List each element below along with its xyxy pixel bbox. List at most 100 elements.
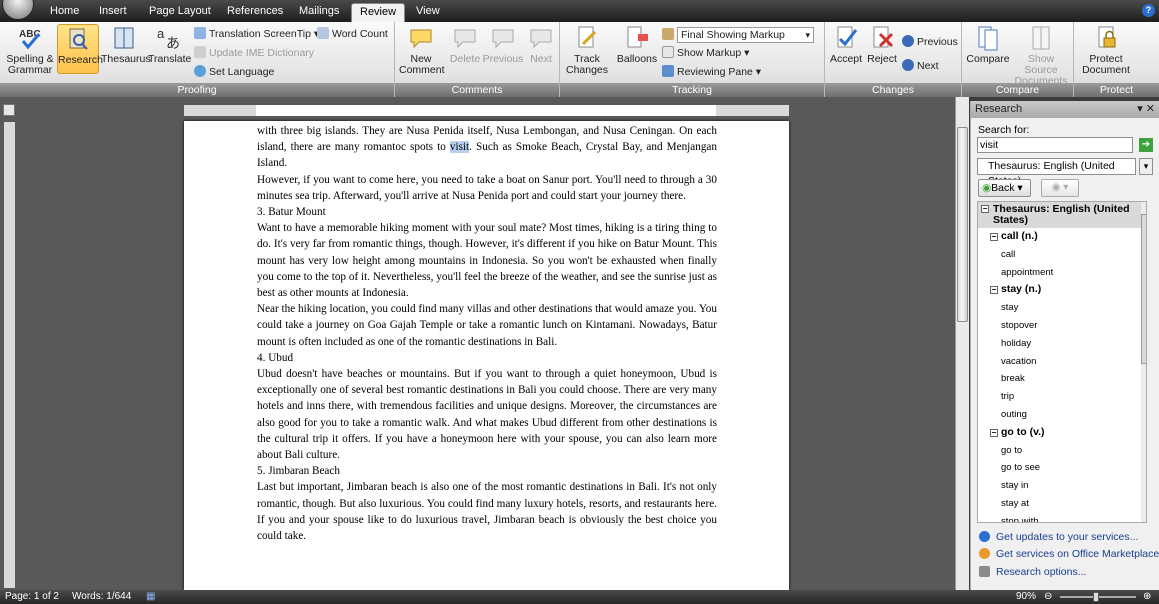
thesaurus-synonym[interactable]: appointment xyxy=(978,264,1146,282)
thesaurus-synonym[interactable]: stay in xyxy=(978,477,1146,495)
research-pane-title: Research ▾ ✕ xyxy=(971,101,1159,118)
search-input[interactable]: visit xyxy=(977,137,1133,153)
accept-button[interactable]: Accept xyxy=(828,24,864,65)
scrollbar-thumb[interactable] xyxy=(957,127,968,322)
thesaurus-synonym[interactable]: stay xyxy=(978,299,1146,317)
results-scrollbar[interactable] xyxy=(1141,202,1146,522)
research-button[interactable]: Research xyxy=(57,24,103,74)
previous-comment-button[interactable]: Previous xyxy=(482,24,524,65)
thesaurus-group-heading[interactable]: − go to (v.) xyxy=(978,424,1146,442)
accept-icon xyxy=(837,26,858,48)
chevron-down-icon[interactable]: ▾ xyxy=(1139,158,1153,175)
collapse-icon[interactable]: − xyxy=(981,205,989,213)
office-marketplace-link[interactable]: Get services on Office Marketplace xyxy=(979,548,1159,560)
compare-button[interactable]: Compare xyxy=(966,24,1010,65)
zoom-out-icon[interactable]: ⊖ xyxy=(1044,590,1052,604)
collapse-icon[interactable]: − xyxy=(990,428,998,437)
word-count-icon xyxy=(317,27,329,39)
forward-button[interactable]: ◉ ▾ xyxy=(1041,179,1079,197)
group-compare: Compare Show Source Documents Compare xyxy=(962,22,1074,97)
thesaurus-group-heading[interactable]: − stay (n.) xyxy=(978,281,1146,299)
spelling-grammar-button[interactable]: ABC Spelling & Grammar xyxy=(3,24,57,76)
research-icon xyxy=(69,28,88,50)
thesaurus-group-heading[interactable]: − call (n.) xyxy=(978,228,1146,246)
thesaurus-synonym[interactable]: call xyxy=(978,246,1146,264)
results-header[interactable]: − Thesaurus: English (United States) xyxy=(978,202,1146,228)
help-icon[interactable]: ? xyxy=(1142,4,1155,17)
selected-word[interactable]: visit xyxy=(449,141,470,154)
update-ime-button[interactable]: Update IME Dictionary xyxy=(194,46,314,60)
previous-change-button[interactable]: Previous xyxy=(902,35,958,49)
ribbon-tab-bar: Home Insert Page Layout References Maili… xyxy=(0,0,1159,22)
new-comment-icon xyxy=(410,29,432,49)
reviewing-pane-icon xyxy=(662,65,674,77)
document-body[interactable]: with three big islands. They are Nusa Pe… xyxy=(257,123,717,544)
collapse-icon[interactable]: − xyxy=(990,286,998,295)
tab-page-layout[interactable]: Page Layout xyxy=(149,5,211,17)
group-protect: Protect Document Protect xyxy=(1074,22,1159,97)
thesaurus-synonym[interactable]: trip xyxy=(978,388,1146,406)
tab-selector[interactable] xyxy=(3,104,15,116)
screentip-icon xyxy=(194,27,206,39)
close-pane-icon[interactable]: ▾ ✕ xyxy=(1137,101,1155,118)
back-button[interactable]: ◉Back ▾ xyxy=(978,179,1031,197)
tab-mailings[interactable]: Mailings xyxy=(299,5,339,17)
display-for-review-dropdown[interactable]: Final Showing Markup xyxy=(662,27,814,43)
proofing-status-icon[interactable]: ▦ xyxy=(146,590,155,604)
next-arrow-icon xyxy=(902,59,914,71)
protect-document-button[interactable]: Protect Document xyxy=(1078,24,1134,76)
zoom-in-icon[interactable]: ⊕ xyxy=(1143,590,1151,604)
zoom-slider-thumb[interactable] xyxy=(1093,592,1099,602)
thesaurus-synonym[interactable]: stopover xyxy=(978,317,1146,335)
tab-view[interactable]: View xyxy=(416,5,440,17)
thesaurus-synonym[interactable]: go to see xyxy=(978,459,1146,477)
thesaurus-synonym[interactable]: outing xyxy=(978,406,1146,424)
collapse-icon[interactable]: − xyxy=(990,233,998,241)
thesaurus-synonym[interactable]: go to xyxy=(978,442,1146,460)
office-button[interactable] xyxy=(2,0,34,20)
tab-references[interactable]: References xyxy=(227,5,283,17)
word-count[interactable]: Words: 1/644 xyxy=(72,590,131,604)
show-markup-button[interactable]: Show Markup ▾ xyxy=(662,46,749,60)
show-source-documents-button[interactable]: Show Source Documents xyxy=(1012,24,1070,87)
research-options-link[interactable]: Research options... xyxy=(979,566,1086,578)
reject-button[interactable]: Reject xyxy=(865,24,899,65)
tab-review[interactable]: Review xyxy=(351,3,406,22)
paragraph: Ubud doesn't have beaches or mountains. … xyxy=(257,368,717,462)
paragraph: Last but important, Jimbaran beach is al… xyxy=(257,481,717,543)
delete-comment-button[interactable]: Delete xyxy=(447,24,483,65)
word-count-button[interactable]: Word Count xyxy=(317,27,388,41)
new-comment-button[interactable]: New Comment xyxy=(399,24,445,76)
group-proofing: ABC Spelling & Grammar Research Thesauru… xyxy=(0,22,395,97)
document-area: with three big islands. They are Nusa Pe… xyxy=(0,97,955,590)
get-updates-link[interactable]: Get updates to your services... xyxy=(979,531,1138,543)
translation-screentip-button[interactable]: Translation ScreenTip ▾ xyxy=(194,27,319,41)
reference-source-dropdown[interactable]: Thesaurus: English (United States) xyxy=(977,158,1136,187)
thesaurus-synonym[interactable]: stay at xyxy=(978,495,1146,513)
reject-icon xyxy=(873,26,894,48)
balloons-button[interactable]: Balloons xyxy=(615,24,659,65)
thesaurus-synonym[interactable]: break xyxy=(978,370,1146,388)
thesaurus-synonym[interactable]: holiday xyxy=(978,335,1146,353)
results-scroll-thumb[interactable] xyxy=(1141,214,1146,364)
page-count[interactable]: Page: 1 of 2 xyxy=(5,590,59,604)
paragraph: However, if you want to come here, you n… xyxy=(257,173,717,202)
start-searching-icon[interactable]: ➔ xyxy=(1139,138,1153,152)
next-change-button[interactable]: Next xyxy=(902,59,939,73)
next-comment-button[interactable]: Next xyxy=(526,24,556,65)
vertical-ruler[interactable] xyxy=(4,122,15,588)
reviewing-pane-button[interactable]: Reviewing Pane ▾ xyxy=(662,65,761,79)
thesaurus-synonym[interactable]: vacation xyxy=(978,353,1146,371)
tab-insert[interactable]: Insert xyxy=(99,5,127,17)
track-changes-button[interactable]: Track Changes xyxy=(564,24,610,76)
horizontal-ruler[interactable] xyxy=(184,105,789,116)
set-language-button[interactable]: Set Language xyxy=(194,65,274,79)
thesaurus-button[interactable]: Thesaurus xyxy=(101,24,151,65)
document-page[interactable]: with three big islands. They are Nusa Pe… xyxy=(184,121,789,590)
translate-button[interactable]: aあ Translate xyxy=(148,24,191,65)
lock-icon xyxy=(1098,26,1116,48)
thesaurus-synonym[interactable]: stop with xyxy=(978,513,1146,522)
zoom-level[interactable]: 90% xyxy=(1016,590,1036,604)
tab-home[interactable]: Home xyxy=(50,5,79,17)
document-scrollbar[interactable] xyxy=(955,97,969,590)
